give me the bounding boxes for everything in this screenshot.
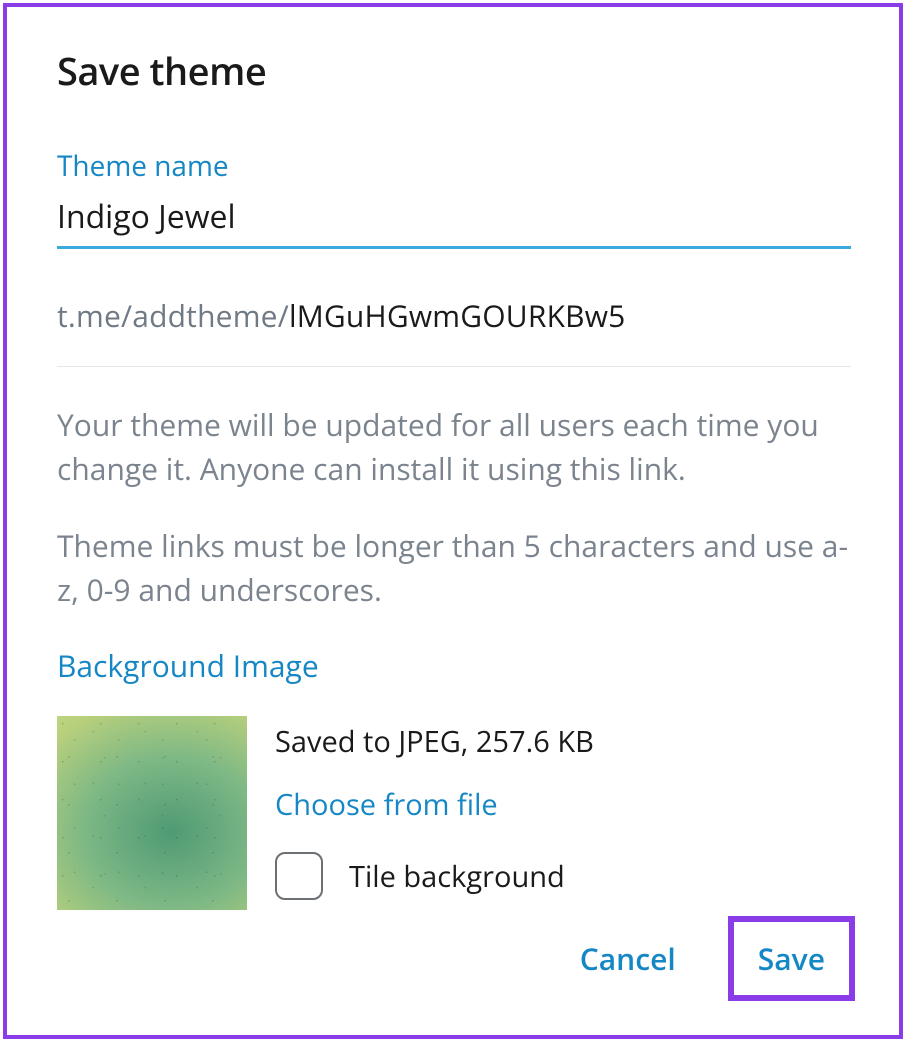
dialog-title: Save theme	[57, 45, 851, 97]
background-thumbnail[interactable]	[57, 716, 247, 910]
theme-name-field: Theme name	[57, 147, 851, 249]
theme-name-input[interactable]	[57, 195, 851, 238]
save-button-highlight: Save	[728, 916, 855, 1001]
tile-background-row: Tile background	[275, 852, 851, 900]
choose-from-file-link[interactable]: Choose from file	[275, 785, 498, 824]
theme-name-label: Theme name	[57, 147, 851, 185]
save-theme-dialog: Save theme Theme name t.me/addtheme/lMGu…	[3, 3, 903, 1039]
theme-name-input-wrapper	[57, 195, 851, 249]
tile-background-label: Tile background	[349, 857, 565, 896]
theme-link-prefix: t.me/addtheme/	[57, 295, 289, 336]
background-section: Saved to JPEG, 257.6 KB Choose from file…	[57, 716, 851, 910]
dialog-button-row: Cancel Save	[568, 916, 855, 1001]
theme-link-slug[interactable]: lMGuHGwmGOURKBw5	[289, 295, 626, 336]
theme-description-2: Theme links must be longer than 5 charac…	[57, 524, 851, 611]
background-image-label: Background Image	[57, 645, 851, 686]
background-status: Saved to JPEG, 257.6 KB	[275, 722, 851, 761]
background-info: Saved to JPEG, 257.6 KB Choose from file…	[275, 716, 851, 900]
cancel-button[interactable]: Cancel	[568, 920, 688, 997]
theme-link-row: t.me/addtheme/lMGuHGwmGOURKBw5	[57, 295, 851, 367]
save-button[interactable]: Save	[736, 924, 847, 993]
tile-background-checkbox[interactable]	[275, 852, 323, 900]
theme-description-1: Your theme will be updated for all users…	[57, 403, 851, 490]
